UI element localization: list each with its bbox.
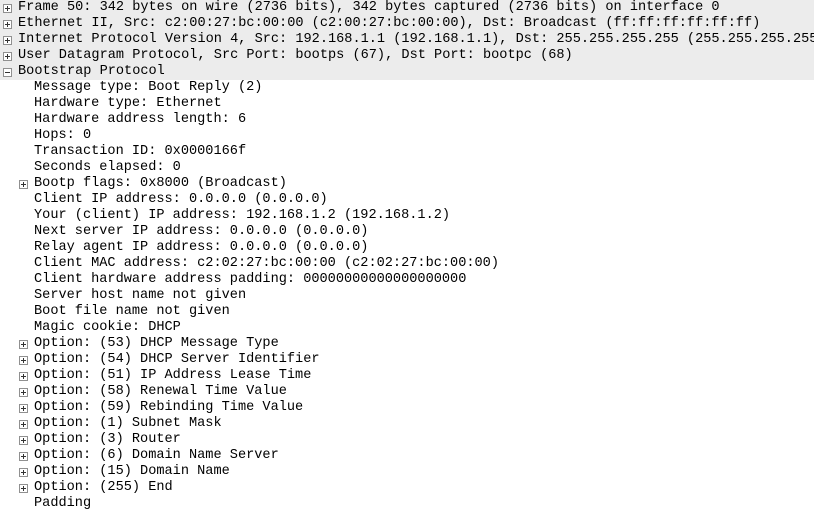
field-tree-item[interactable]: Relay agent IP address: 0.0.0.0 (0.0.0.0… (0, 240, 814, 256)
tree-item-label: Bootstrap Protocol (18, 64, 165, 79)
field-tree-item[interactable]: Your (client) IP address: 192.168.1.2 (1… (0, 208, 814, 224)
tree-item-label: Ethernet II, Src: c2:00:27:bc:00:00 (c2:… (18, 16, 761, 31)
tree-item-label: Option: (53) DHCP Message Type (34, 336, 279, 351)
expand-icon[interactable] (19, 420, 28, 429)
protocol-tree-item[interactable]: Frame 50: 342 bytes on wire (2736 bits),… (0, 0, 814, 16)
tree-item-label: Your (client) IP address: 192.168.1.2 (1… (34, 208, 451, 223)
tree-item-label: Client IP address: 0.0.0.0 (0.0.0.0) (34, 192, 328, 207)
field-tree-item[interactable]: Client MAC address: c2:02:27:bc:00:00 (c… (0, 256, 814, 272)
tree-item-label: Relay agent IP address: 0.0.0.0 (0.0.0.0… (34, 240, 369, 255)
tree-item-label: Option: (6) Domain Name Server (34, 448, 279, 463)
field-tree-item[interactable]: Option: (1) Subnet Mask (0, 416, 814, 432)
field-tree-item[interactable]: Hardware type: Ethernet (0, 96, 814, 112)
field-tree-item[interactable]: Option: (6) Domain Name Server (0, 448, 814, 464)
tree-item-label: Next server IP address: 0.0.0.0 (0.0.0.0… (34, 224, 369, 239)
tree-item-label: Hardware address length: 6 (34, 112, 247, 127)
expand-icon[interactable] (19, 404, 28, 413)
tree-item-label: Transaction ID: 0x0000166f (34, 144, 247, 159)
field-tree-item[interactable]: Client hardware address padding: 0000000… (0, 272, 814, 288)
tree-item-label: Boot file name not given (34, 304, 230, 319)
tree-item-label: Option: (51) IP Address Lease Time (34, 368, 312, 383)
protocol-tree-item[interactable]: Internet Protocol Version 4, Src: 192.16… (0, 32, 814, 48)
collapse-icon[interactable] (3, 68, 12, 77)
tree-item-label: Client MAC address: c2:02:27:bc:00:00 (c… (34, 256, 499, 271)
expand-icon[interactable] (19, 180, 28, 189)
field-tree-item[interactable]: Padding (0, 496, 814, 512)
tree-item-label: User Datagram Protocol, Src Port: bootps… (18, 48, 573, 63)
expand-icon[interactable] (19, 340, 28, 349)
expand-icon[interactable] (19, 468, 28, 477)
field-tree-item[interactable]: Hardware address length: 6 (0, 112, 814, 128)
tree-item-label: Magic cookie: DHCP (34, 320, 181, 335)
field-tree-item[interactable]: Server host name not given (0, 288, 814, 304)
field-tree-item[interactable]: Magic cookie: DHCP (0, 320, 814, 336)
field-tree-item[interactable]: Option: (54) DHCP Server Identifier (0, 352, 814, 368)
tree-item-label: Hardware type: Ethernet (34, 96, 222, 111)
tree-item-label: Hops: 0 (34, 128, 92, 143)
expand-icon[interactable] (19, 356, 28, 365)
expand-icon[interactable] (19, 436, 28, 445)
expand-icon[interactable] (3, 36, 12, 45)
field-tree-item[interactable]: Option: (58) Renewal Time Value (0, 384, 814, 400)
expand-icon[interactable] (3, 4, 12, 13)
protocol-tree-item[interactable]: Bootstrap Protocol (0, 64, 814, 80)
protocol-tree-item[interactable]: Ethernet II, Src: c2:00:27:bc:00:00 (c2:… (0, 16, 814, 32)
field-tree-item[interactable]: Bootp flags: 0x8000 (Broadcast) (0, 176, 814, 192)
field-tree-item[interactable]: Option: (53) DHCP Message Type (0, 336, 814, 352)
tree-item-label: Option: (3) Router (34, 432, 181, 447)
tree-item-label: Option: (1) Subnet Mask (34, 416, 222, 431)
tree-item-label: Frame 50: 342 bytes on wire (2736 bits),… (18, 0, 720, 15)
field-tree-item[interactable]: Seconds elapsed: 0 (0, 160, 814, 176)
tree-item-label: Seconds elapsed: 0 (34, 160, 181, 175)
expand-icon[interactable] (19, 452, 28, 461)
field-tree-item[interactable]: Boot file name not given (0, 304, 814, 320)
tree-item-label: Padding (34, 496, 92, 511)
field-tree-item[interactable]: Transaction ID: 0x0000166f (0, 144, 814, 160)
field-tree-item[interactable]: Option: (3) Router (0, 432, 814, 448)
tree-item-label: Option: (15) Domain Name (34, 464, 230, 479)
expand-icon[interactable] (19, 484, 28, 493)
field-tree-item[interactable]: Option: (15) Domain Name (0, 464, 814, 480)
tree-item-label: Bootp flags: 0x8000 (Broadcast) (34, 176, 287, 191)
tree-item-label: Option: (54) DHCP Server Identifier (34, 352, 320, 367)
field-tree-item[interactable]: Next server IP address: 0.0.0.0 (0.0.0.0… (0, 224, 814, 240)
expand-icon[interactable] (3, 20, 12, 29)
tree-item-label: Message type: Boot Reply (2) (34, 80, 263, 95)
expand-icon[interactable] (3, 52, 12, 61)
packet-details-tree: Frame 50: 342 bytes on wire (2736 bits),… (0, 0, 814, 512)
tree-item-label: Client hardware address padding: 0000000… (34, 272, 467, 287)
expand-icon[interactable] (19, 372, 28, 381)
field-tree-item[interactable]: Message type: Boot Reply (2) (0, 80, 814, 96)
tree-item-label: Option: (59) Rebinding Time Value (34, 400, 304, 415)
expand-icon[interactable] (19, 388, 28, 397)
field-tree-item[interactable]: Option: (255) End (0, 480, 814, 496)
field-tree-item[interactable]: Option: (51) IP Address Lease Time (0, 368, 814, 384)
tree-item-label: Server host name not given (34, 288, 247, 303)
tree-item-label: Option: (255) End (34, 480, 173, 495)
field-tree-item[interactable]: Hops: 0 (0, 128, 814, 144)
protocol-tree-item[interactable]: User Datagram Protocol, Src Port: bootps… (0, 48, 814, 64)
field-tree-item[interactable]: Client IP address: 0.0.0.0 (0.0.0.0) (0, 192, 814, 208)
tree-item-label: Internet Protocol Version 4, Src: 192.16… (18, 32, 814, 47)
tree-item-label: Option: (58) Renewal Time Value (34, 384, 287, 399)
field-tree-item[interactable]: Option: (59) Rebinding Time Value (0, 400, 814, 416)
